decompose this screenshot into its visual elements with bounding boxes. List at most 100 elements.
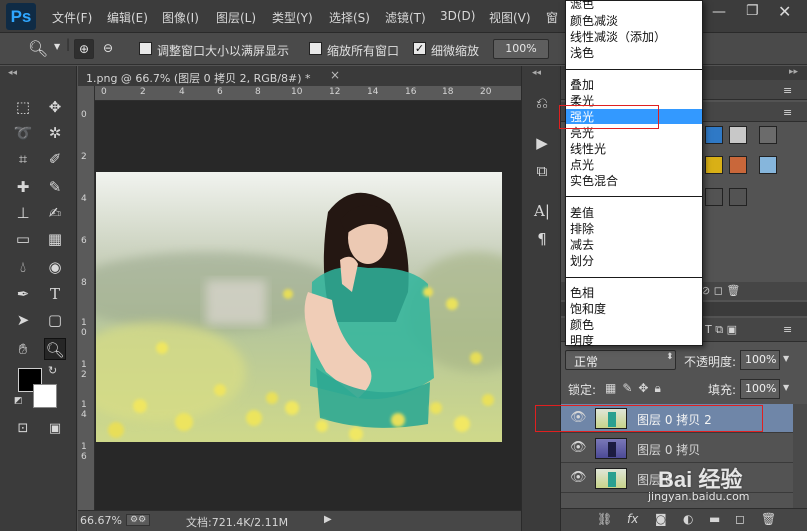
- style-swatch[interactable]: [759, 126, 777, 144]
- blend-option[interactable]: 划分: [570, 254, 594, 268]
- style-swatch[interactable]: [729, 156, 747, 174]
- blend-mode-select[interactable]: 正常 ⬍: [565, 350, 676, 370]
- blend-option[interactable]: 颜色减淡: [570, 14, 618, 28]
- eyedropper-icon[interactable]: ✐: [44, 148, 66, 170]
- panel-menu-icon[interactable]: ≡: [783, 106, 792, 119]
- fill-input[interactable]: 100%: [740, 379, 780, 399]
- expand-arrows-icon[interactable]: ▸▸: [789, 67, 798, 77]
- add-mask-icon[interactable]: ◙: [655, 512, 667, 526]
- blend-option[interactable]: 差值: [570, 206, 594, 220]
- move-tool-icon[interactable]: ✥: [44, 96, 66, 118]
- marquee-tool-icon[interactable]: ⬚: [12, 96, 34, 118]
- collapse-arrows-icon[interactable]: ◂◂: [8, 68, 17, 78]
- blend-option[interactable]: 点光: [570, 158, 594, 172]
- blend-option[interactable]: 滤色: [570, 0, 594, 11]
- blend-option[interactable]: 明度: [570, 334, 594, 348]
- lasso-tool-icon[interactable]: ➰: [12, 122, 34, 144]
- blend-option[interactable]: 色相: [570, 286, 594, 300]
- layer-row[interactable]: 👁︎ 图层 0 拷贝: [561, 434, 793, 463]
- blend-option[interactable]: 颜色: [570, 318, 594, 332]
- visibility-eye-icon[interactable]: 👁︎: [570, 470, 587, 485]
- layer-name[interactable]: 图层 0 拷贝: [637, 441, 700, 458]
- status-preview-icon[interactable]: ⚙⚙: [126, 514, 151, 526]
- minimize-icon[interactable]: —: [712, 4, 726, 20]
- healing-brush-icon[interactable]: ✚: [12, 176, 34, 198]
- background-color-swatch[interactable]: [33, 384, 57, 408]
- delete-layer-icon[interactable]: 🗑︎: [761, 512, 776, 526]
- document-tab[interactable]: 1.png @ 66.7% (图层 0 拷贝 2, RGB/8#) *: [86, 70, 311, 86]
- menu-image[interactable]: 图像(I): [162, 9, 199, 26]
- opacity-input[interactable]: 100%: [740, 350, 780, 370]
- scrubby-zoom-checkbox[interactable]: ✓: [413, 42, 426, 55]
- blend-option[interactable]: 线性光: [570, 142, 606, 156]
- zoom-100-button[interactable]: 100%: [493, 39, 549, 59]
- style-swatch[interactable]: [729, 126, 747, 144]
- document-photo[interactable]: [96, 172, 502, 442]
- character-panel-icon[interactable]: A|: [531, 200, 553, 222]
- history-brush-icon[interactable]: ✍: [44, 202, 66, 224]
- style-swatch[interactable]: [729, 188, 747, 206]
- swap-colors-icon[interactable]: ↻: [48, 364, 57, 377]
- zoom-out-icon[interactable]: ⊖: [98, 39, 118, 59]
- zoom-tool-icon[interactable]: 🔍︎: [28, 39, 48, 58]
- blend-option[interactable]: 饱和度: [570, 302, 606, 316]
- new-layer-icon[interactable]: ◻: [735, 512, 745, 526]
- blend-option[interactable]: 实色混合: [570, 174, 618, 188]
- menu-3d[interactable]: 3D(D): [440, 9, 475, 23]
- fill-dropdown-icon[interactable]: ▼: [783, 383, 789, 392]
- layers-scrollbar[interactable]: [793, 404, 807, 508]
- new-group-icon[interactable]: ▬: [709, 512, 720, 526]
- blend-option[interactable]: 减去: [570, 238, 594, 252]
- history-panel-icon[interactable]: ⎌: [531, 92, 553, 114]
- zoom-all-checkbox[interactable]: [309, 42, 322, 55]
- style-swatch[interactable]: [705, 126, 723, 144]
- menu-filter[interactable]: 滤镜(T): [385, 9, 426, 26]
- style-swatch[interactable]: [705, 188, 723, 206]
- menu-view[interactable]: 视图(V): [489, 9, 531, 26]
- menu-edit[interactable]: 编辑(E): [107, 9, 148, 26]
- clone-stamp-icon[interactable]: ⊥: [12, 202, 34, 224]
- tool-preset-dropdown-icon[interactable]: ▼: [54, 42, 60, 51]
- 3d-panel-icon[interactable]: ⧉: [531, 160, 553, 182]
- layers-panel-menu-icon[interactable]: ≡: [783, 323, 792, 336]
- blur-tool-icon[interactable]: 💧︎: [12, 256, 34, 278]
- quick-mask-icon[interactable]: ⊡: [12, 418, 34, 440]
- blend-option[interactable]: 线性减淡（添加）: [570, 30, 666, 44]
- style-swatch[interactable]: [759, 156, 777, 174]
- dodge-tool-icon[interactable]: ◉: [44, 256, 66, 278]
- magic-wand-icon[interactable]: ✲: [44, 122, 66, 144]
- status-menu-arrow-icon[interactable]: ▶: [324, 514, 332, 525]
- pen-tool-icon[interactable]: ✒: [12, 283, 34, 305]
- panel-menu-icon[interactable]: ≡: [783, 84, 792, 97]
- zoom-in-icon[interactable]: ⊕: [74, 39, 94, 59]
- screen-mode-icon[interactable]: ▣: [44, 418, 66, 440]
- default-colors-icon[interactable]: ◩: [14, 396, 23, 406]
- style-swatch[interactable]: [705, 156, 723, 174]
- menu-select[interactable]: 选择(S): [329, 9, 370, 26]
- brush-tool-icon[interactable]: ✎: [44, 176, 66, 198]
- blend-option[interactable]: 叠加: [570, 78, 594, 92]
- menu-file[interactable]: 文件(F): [52, 9, 92, 26]
- actions-panel-icon[interactable]: ▶: [531, 132, 553, 154]
- type-tool-icon[interactable]: T: [44, 283, 66, 305]
- link-layers-icon[interactable]: ⛓: [597, 512, 612, 526]
- collapse-arrows-icon[interactable]: ◂◂: [532, 68, 541, 78]
- layer-filter-icons[interactable]: T ⧉ ▣: [705, 323, 737, 337]
- resize-windows-checkbox[interactable]: [139, 42, 152, 55]
- zoom-level[interactable]: 66.67%: [80, 514, 122, 527]
- paragraph-panel-icon[interactable]: ¶: [531, 228, 553, 250]
- styles-footer-icons[interactable]: ⊘ ◻ 🗑︎: [701, 284, 740, 297]
- menu-window[interactable]: 窗: [546, 9, 558, 26]
- menu-type[interactable]: 类型(Y): [272, 9, 313, 26]
- crop-tool-icon[interactable]: ⌗: [12, 148, 34, 170]
- close-document-icon[interactable]: ×: [330, 68, 340, 82]
- eraser-icon[interactable]: ▭: [12, 228, 34, 250]
- blend-option[interactable]: 浅色: [570, 46, 594, 60]
- gradient-tool-icon[interactable]: ▦: [44, 228, 66, 250]
- hand-tool-icon[interactable]: ✋︎: [12, 338, 34, 360]
- visibility-eye-icon[interactable]: 👁︎: [570, 440, 587, 455]
- shape-tool-icon[interactable]: ▢: [44, 309, 66, 331]
- opacity-dropdown-icon[interactable]: ▼: [783, 354, 789, 363]
- path-selection-icon[interactable]: ➤: [12, 309, 34, 331]
- adjustment-layer-icon[interactable]: ◐: [683, 512, 693, 526]
